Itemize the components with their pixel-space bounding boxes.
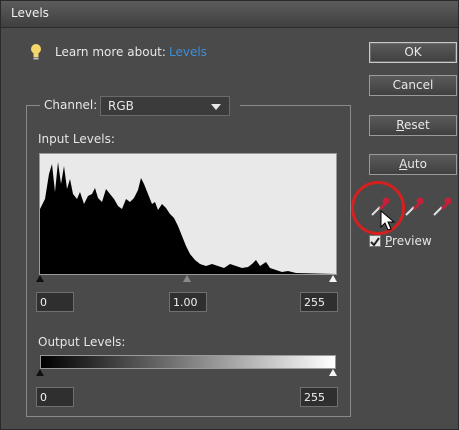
cancel-button[interactable]: Cancel [369,75,457,96]
channel-select-value: RGB [108,99,134,113]
gray-eyedropper-icon[interactable] [403,196,425,218]
reset-label: eset [404,118,430,132]
auto-button[interactable]: Auto [369,154,457,175]
preview-mnemonic: P [385,234,393,248]
auto-label: uto [407,157,427,171]
channel-select[interactable]: RGB [100,96,230,116]
chevron-down-icon [211,104,221,110]
levels-dialog: Levels Learn more about: Levels Channel:… [0,0,459,430]
output-levels-label: Output Levels: [38,335,126,349]
white-eyedropper-icon[interactable] [431,196,453,218]
preview-label-rest: review [392,234,432,248]
input-midtone-slider[interactable] [183,275,191,282]
channel-label: Channel: [40,98,102,112]
title-bar[interactable]: Levels [1,1,458,28]
arrow-cursor-icon [379,209,397,232]
output-white-slider[interactable] [329,369,337,376]
input-black-field[interactable]: 0 [36,292,74,312]
reset-mnemonic: R [396,118,405,132]
input-midtone-field[interactable]: 1.00 [169,292,207,312]
lightbulb-icon [29,43,43,61]
window-title: Levels [11,6,49,20]
output-black-field[interactable]: 0 [36,387,74,407]
histogram [39,153,337,275]
output-gradient-bar [40,355,336,369]
checkmark-icon [370,237,380,247]
ok-button[interactable]: OK [369,42,457,63]
group-title-gap [230,98,240,112]
histogram-graph [40,162,336,274]
input-white-slider[interactable] [329,275,337,282]
histogram-shape [40,162,336,274]
preview-label[interactable]: Preview [385,234,432,248]
learn-more-link[interactable]: Levels [169,45,207,59]
input-white-field[interactable]: 255 [300,292,338,312]
preview-checkbox[interactable] [369,235,381,247]
reset-button[interactable]: Reset [369,115,457,136]
input-levels-label: Input Levels: [38,132,115,146]
input-black-slider[interactable] [36,275,44,282]
output-white-field[interactable]: 255 [300,387,338,407]
output-black-slider[interactable] [36,369,44,376]
learn-more-label: Learn more about: [55,45,166,59]
